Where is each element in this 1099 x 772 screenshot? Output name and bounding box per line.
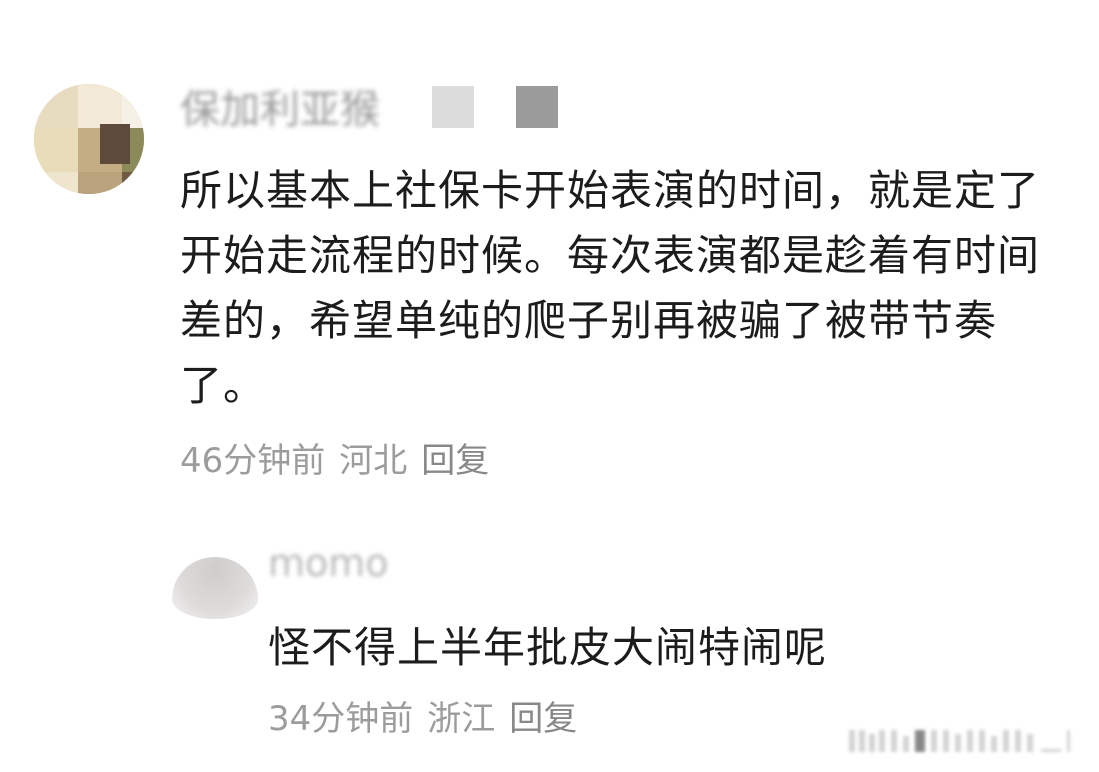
reply-location: 浙江	[427, 699, 496, 739]
reply-meta: 34分钟前 浙江 回复	[268, 694, 591, 744]
comment-location: 河北	[339, 441, 408, 481]
comment-meta: 46分钟前 河北 回复	[180, 436, 503, 486]
avatar[interactable]	[34, 84, 144, 194]
reply-reply-button[interactable]: 回复	[509, 699, 577, 739]
username-censor-block	[432, 86, 474, 128]
comment-text: 所以基本上社保卡开始表演的时间，就是定了开始走流程的时候。每次表演都是趁着有时间…	[180, 166, 1041, 410]
watermark	[845, 716, 1075, 756]
reply-text: 怪不得上半年批皮大闹特闹呢	[268, 623, 828, 672]
username-censor-block	[516, 86, 558, 128]
comment-time: 46分钟前	[180, 441, 326, 481]
username[interactable]: 保加利亚猴	[180, 78, 380, 130]
reply-button[interactable]: 回复	[421, 441, 489, 481]
reply-username[interactable]: momo	[268, 548, 389, 584]
reply-avatar[interactable]	[172, 557, 258, 619]
reply-time: 34分钟前	[268, 699, 414, 739]
